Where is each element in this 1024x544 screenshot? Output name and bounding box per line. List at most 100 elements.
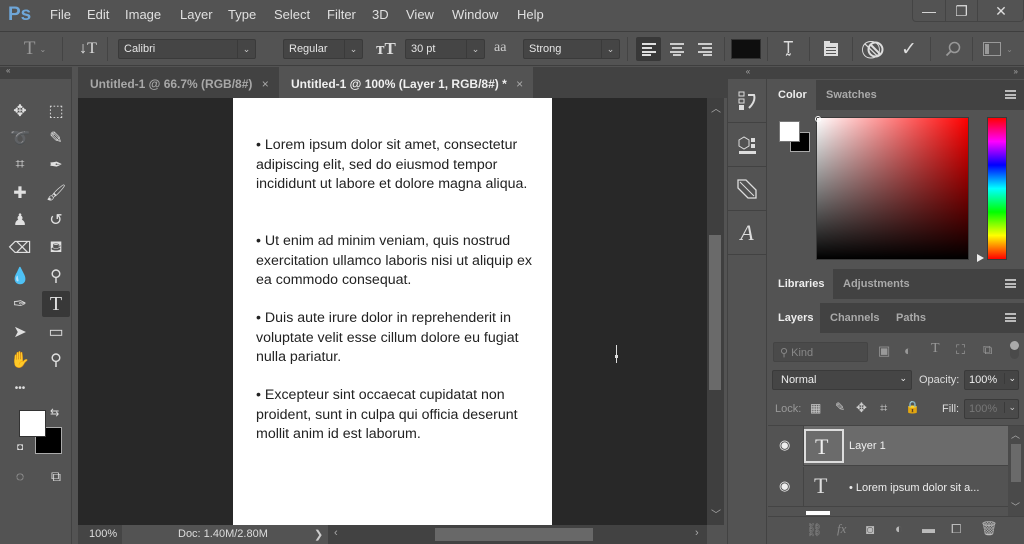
font-family-select[interactable]: Calibri ⌄ — [118, 39, 256, 59]
scrollbar-thumb[interactable] — [1011, 444, 1021, 482]
blend-mode-select[interactable]: Normal ⌄ — [772, 370, 912, 390]
panel-menu-icon[interactable] — [1005, 90, 1016, 99]
tool-path-select[interactable]: ➤ — [6, 319, 34, 345]
minimize-button[interactable]: — — [913, 0, 945, 22]
history-panel-button[interactable] — [728, 80, 766, 123]
layer-filter-kind-select[interactable]: ⚲ Kind — [773, 342, 868, 362]
tool-history-brush[interactable]: ↺ — [42, 207, 70, 233]
tool-healing[interactable]: ✚ — [6, 180, 34, 206]
tool-dodge[interactable]: ⚲ — [42, 263, 70, 289]
tool-pen[interactable]: ✑ — [6, 291, 34, 317]
visibility-toggle[interactable]: ◉ — [768, 467, 804, 507]
filter-type-layers-icon[interactable]: T — [931, 341, 940, 357]
scroll-up-icon[interactable]: ︿ — [711, 100, 721, 115]
screen-mode-icon[interactable]: ⧉ — [42, 463, 70, 489]
text-paragraph[interactable]: • Excepteur sint occaecat cupidatat non … — [256, 386, 546, 445]
tool-eyedropper[interactable]: ✒ — [42, 152, 70, 178]
menu-filter[interactable]: Filter — [327, 7, 356, 22]
properties-panel-button[interactable] — [728, 168, 766, 211]
align-right-button[interactable] — [692, 37, 717, 61]
filter-smart-objects-icon[interactable]: ⧉ — [983, 342, 992, 358]
tab-layers[interactable]: Layers — [768, 303, 820, 333]
font-size-select[interactable]: 30 pt ⌄ — [405, 39, 485, 59]
tool-preset-picker[interactable]: T ⌄ — [20, 38, 50, 60]
fill-input[interactable]: 100% ⌄ — [964, 399, 1019, 419]
hue-slider[interactable] — [987, 117, 1007, 260]
font-style-select[interactable]: Regular ⌄ — [283, 39, 363, 59]
menu-help[interactable]: Help — [517, 7, 544, 22]
lock-image-icon[interactable]: ✎ — [835, 400, 845, 414]
lock-all-icon[interactable]: 🔒 — [905, 400, 920, 414]
commit-edits-button[interactable]: ✓ — [896, 37, 922, 61]
3d-panel-button[interactable] — [728, 124, 766, 167]
lock-transparent-icon[interactable]: ▦ — [810, 401, 821, 415]
filter-adjustment-layers-icon[interactable]: ◐ — [904, 343, 912, 358]
tool-marquee[interactable]: ⬚ — [42, 98, 70, 124]
character-panel-button[interactable]: A — [728, 212, 766, 255]
color-picker-marker[interactable] — [815, 116, 821, 122]
lock-position-icon[interactable]: ✥ — [856, 400, 867, 416]
cancel-edits-button[interactable]: ⃠ — [862, 37, 888, 61]
tool-rectangle[interactable]: ▭ — [42, 319, 70, 345]
menu-window[interactable]: Window — [452, 7, 498, 22]
scroll-down-icon[interactable]: ﹀ — [1011, 500, 1020, 513]
tool-blur[interactable]: 💧 — [6, 263, 34, 289]
new-layer-icon[interactable]: ⧠ — [951, 521, 961, 537]
lock-artboard-icon[interactable]: ⌗ — [880, 400, 887, 416]
scroll-left-icon[interactable]: ‹ — [334, 527, 338, 539]
tool-lasso[interactable]: ➰ — [6, 125, 34, 151]
default-colors-icon[interactable]: ◘ — [17, 442, 23, 453]
tool-quick-select[interactable]: ✎ — [42, 125, 70, 151]
character-panel-button[interactable] — [818, 37, 844, 61]
tool-zoom[interactable]: ⚲ — [42, 347, 70, 373]
status-menu-arrow[interactable]: ❯ — [314, 528, 323, 541]
close-tab-icon[interactable]: × — [516, 77, 523, 91]
horizontal-scrollbar[interactable]: ‹ › — [328, 525, 707, 544]
doc-tab-2[interactable]: Untitled-1 @ 100% (Layer 1, RGB/8#) * × — [279, 67, 533, 98]
collapse-icon[interactable]: « — [728, 67, 768, 79]
tab-channels[interactable]: Channels — [820, 303, 886, 333]
scroll-up-icon[interactable]: ︿ — [1011, 428, 1020, 441]
tab-adjustments[interactable]: Adjustments — [833, 269, 917, 299]
vertical-scrollbar[interactable]: ︿ ﹀ — [707, 98, 724, 525]
menu-3d[interactable]: 3D — [372, 7, 389, 22]
chevron-down-icon[interactable]: ⌄ — [1004, 402, 1016, 413]
text-color-swatch[interactable] — [731, 39, 761, 59]
tool-type[interactable]: T — [42, 291, 70, 317]
scrollbar-thumb[interactable] — [435, 528, 593, 541]
adjustment-layer-icon[interactable]: ◐ — [895, 521, 903, 536]
tool-crop[interactable]: ⌗ — [6, 152, 34, 178]
scrollbar-thumb[interactable] — [709, 235, 721, 390]
close-window-button[interactable]: ✕ — [977, 0, 1024, 22]
visibility-toggle[interactable]: ◉ — [768, 426, 804, 466]
menu-layer[interactable]: Layer — [180, 7, 213, 22]
antialias-select[interactable]: Strong ⌄ — [523, 39, 620, 59]
layer-row-selected[interactable]: ◉ T Layer 1 — [768, 426, 1008, 466]
toggle-text-orientation-button[interactable]: ↓T — [74, 38, 102, 60]
link-layers-icon[interactable]: ⛓ — [806, 522, 823, 538]
layers-scrollbar[interactable]: ︿ ﹀ — [1008, 426, 1024, 516]
chevron-down-icon[interactable]: ⌄ — [1004, 373, 1016, 384]
scroll-down-icon[interactable]: ﹀ — [711, 506, 721, 521]
tab-paths[interactable]: Paths — [886, 303, 934, 333]
tab-libraries[interactable]: Libraries — [768, 269, 833, 299]
align-center-button[interactable] — [664, 37, 689, 61]
color-field[interactable] — [816, 117, 969, 260]
text-paragraph[interactable]: • Lorem ipsum dolor sit amet, consectetu… — [256, 136, 546, 195]
collapse-icon[interactable]: « — [6, 66, 10, 75]
menu-edit[interactable]: Edit — [87, 7, 109, 22]
workspace-switcher[interactable]: ⌄ — [978, 37, 1018, 61]
add-mask-icon[interactable]: ◙ — [866, 521, 874, 537]
expand-icon[interactable]: » — [768, 67, 1024, 79]
tab-color[interactable]: Color — [768, 80, 816, 110]
tool-clone-stamp[interactable]: ♟ — [6, 207, 34, 233]
menu-file[interactable]: File — [50, 7, 71, 22]
fx-icon[interactable]: fx — [837, 521, 846, 537]
filter-shape-layers-icon[interactable]: ⛶ — [956, 342, 965, 358]
layer-row[interactable]: ◉ T • Lorem ipsum dolor sit a... — [768, 467, 1008, 507]
delete-layer-icon[interactable]: 🗑 — [980, 520, 998, 537]
swap-colors-icon[interactable]: ⇆ — [50, 406, 59, 419]
layer-name[interactable]: Layer 1 — [849, 440, 886, 452]
tool-brush[interactable]: 🖌 — [42, 180, 70, 206]
warp-text-button[interactable]: Ꭲ̰ — [776, 37, 802, 61]
